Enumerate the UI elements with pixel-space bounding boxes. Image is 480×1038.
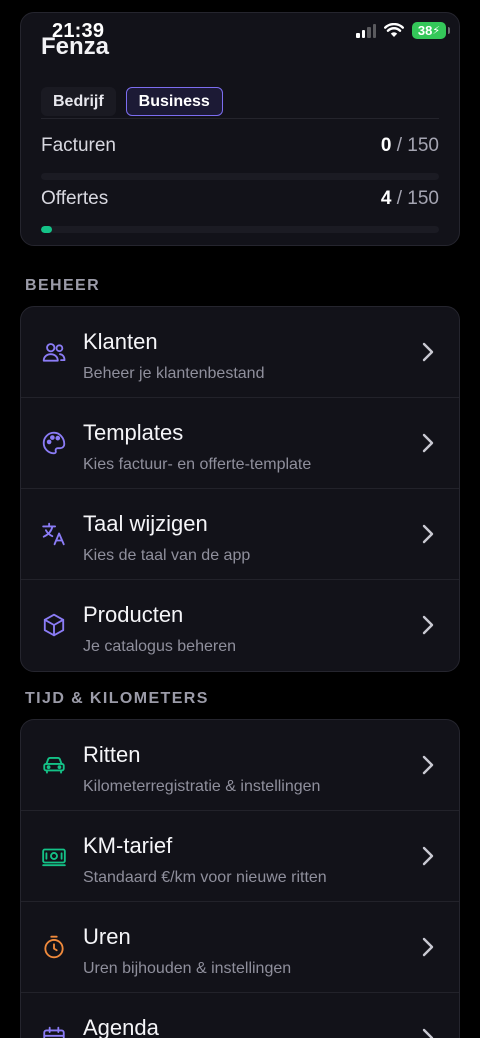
menu-item-title: KM-tarief: [83, 833, 173, 858]
section-title-tijd-kilometers: TIJD & KILOMETERS: [25, 690, 209, 707]
menu-item-subtitle: Beheer je klantenbestand: [83, 365, 265, 382]
wifi-icon: [384, 23, 404, 37]
battery-level: 38: [417, 23, 433, 38]
menu-item-subtitle: Kies factuur- en offerte-template: [83, 456, 312, 473]
menu-item-ritten[interactable]: Ritten Kilometerregistratie & instelling…: [21, 720, 459, 811]
translate-icon: [42, 522, 65, 546]
usage-used: 0: [380, 135, 392, 156]
menu-item-km-tarief[interactable]: KM-tarief Standaard €/km voor nieuwe rit…: [21, 811, 459, 902]
chevron-right-icon: [422, 846, 434, 866]
menu-item-producten[interactable]: Producten Je catalogus beheren: [21, 580, 459, 671]
chevron-right-icon: [422, 937, 434, 957]
usage-label: Facturen: [41, 135, 116, 156]
menu-item-taal-wijzigen[interactable]: Taal wijzigen Kies de taal van de app: [21, 489, 459, 580]
menu-item-title: Uren: [83, 924, 131, 949]
palette-icon: [42, 431, 66, 455]
menu-item-uren[interactable]: Uren Uren bijhouden & instellingen: [21, 902, 459, 993]
menu-item-title: Producten: [83, 602, 184, 627]
chevron-right-icon: [422, 524, 434, 544]
chevron-right-icon: [422, 433, 434, 453]
usage-total: / 150: [396, 135, 439, 156]
menu-item-title: Taal wijzigen: [83, 511, 208, 536]
usage-offertes: Offertes 4 / 150: [41, 188, 439, 233]
menu-item-subtitle: Standaard €/km voor nieuwe ritten: [83, 869, 327, 886]
chevron-right-icon: [422, 342, 434, 362]
battery-icon: 38 ⚡: [412, 22, 450, 39]
usage-count: 0 / 150: [381, 135, 439, 157]
status-bar: 21:39 38 ⚡: [0, 0, 480, 60]
menu-card-beheer: Klanten Beheer je klantenbestand Templat…: [20, 306, 460, 672]
menu-item-title: Templates: [83, 420, 184, 445]
menu-item-subtitle: Uren bijhouden & instellingen: [83, 960, 292, 977]
menu-item-klanten[interactable]: Klanten Beheer je klantenbestand: [21, 307, 459, 398]
box-icon: [43, 613, 65, 637]
chip-bedrijf[interactable]: Bedrijf: [41, 87, 116, 116]
menu-card-tijd-kilometers: Ritten Kilometerregistratie & instelling…: [20, 719, 460, 1038]
timer-icon: [44, 935, 64, 959]
menu-item-title: Ritten: [83, 742, 141, 767]
account-chips: Bedrijf Business: [41, 87, 223, 116]
banknote-icon: [42, 848, 66, 867]
menu-item-title: Agenda: [83, 1015, 159, 1038]
usage-progress-bar: [41, 173, 439, 180]
chevron-right-icon: [422, 615, 434, 635]
menu-item-subtitle: Kies de taal van de app: [83, 547, 251, 564]
divider: [41, 118, 439, 119]
status-time: 21:39: [52, 20, 105, 42]
chevron-right-icon: [422, 1028, 434, 1038]
usage-progress-fill: [41, 226, 52, 233]
usage-label: Offertes: [41, 188, 109, 209]
chevron-right-icon: [422, 755, 434, 775]
car-icon: [43, 757, 65, 774]
menu-item-title: Klanten: [83, 329, 158, 354]
calendar-icon: [43, 1026, 65, 1038]
menu-item-agenda[interactable]: Agenda: [21, 993, 459, 1038]
section-title-beheer: BEHEER: [25, 277, 101, 294]
usage-facturen: Facturen 0 / 150: [41, 135, 439, 180]
usage-total: / 150: [396, 188, 439, 209]
menu-item-subtitle: Je catalogus beheren: [83, 638, 236, 655]
menu-item-templates[interactable]: Templates Kies factuur- en offerte-templ…: [21, 398, 459, 489]
menu-item-subtitle: Kilometerregistratie & instellingen: [83, 778, 321, 795]
usage-used: 4: [380, 188, 392, 209]
usage-count: 4 / 150: [381, 188, 439, 210]
usage-progress-bar: [41, 226, 439, 233]
chip-business[interactable]: Business: [125, 87, 223, 116]
cellular-signal-icon: [356, 23, 376, 38]
status-indicators: 38 ⚡: [356, 22, 450, 39]
users-icon: [42, 343, 66, 362]
